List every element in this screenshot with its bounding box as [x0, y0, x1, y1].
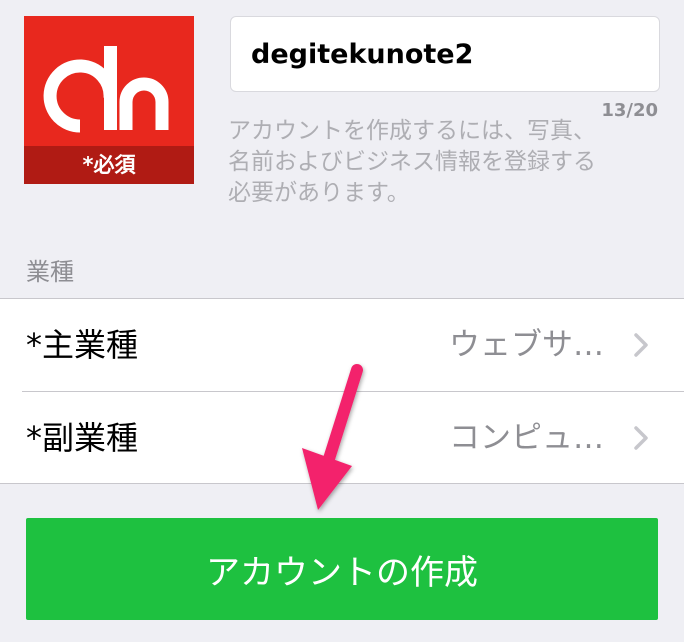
section-header-business-type: 業種	[26, 258, 74, 286]
row-value: ウェブサ…	[449, 327, 604, 363]
row-value: コンピュ…	[449, 420, 604, 456]
profile-photo[interactable]: *必須	[24, 16, 194, 184]
row-secondary-business-type[interactable]: *副業種 コンピュ…	[0, 392, 684, 484]
photo-required-label: *必須	[24, 146, 194, 184]
chevron-right-icon	[634, 333, 648, 357]
create-account-button[interactable]: アカウントの作成	[26, 518, 658, 620]
help-text: アカウントを作成するには、写真、名前およびビジネス情報を登録する必要があります。	[228, 118, 596, 206]
row-label: *主業種	[26, 326, 139, 364]
chevron-right-icon	[634, 426, 648, 450]
business-type-list: *主業種 ウェブサ… *副業種 コンピュ…	[0, 298, 684, 484]
row-label: *副業種	[26, 419, 139, 457]
account-name-input[interactable]	[230, 16, 660, 92]
dn-logo-icon	[43, 46, 169, 133]
char-count: 13/20	[601, 100, 658, 121]
row-primary-business-type[interactable]: *主業種 ウェブサ…	[0, 299, 684, 392]
